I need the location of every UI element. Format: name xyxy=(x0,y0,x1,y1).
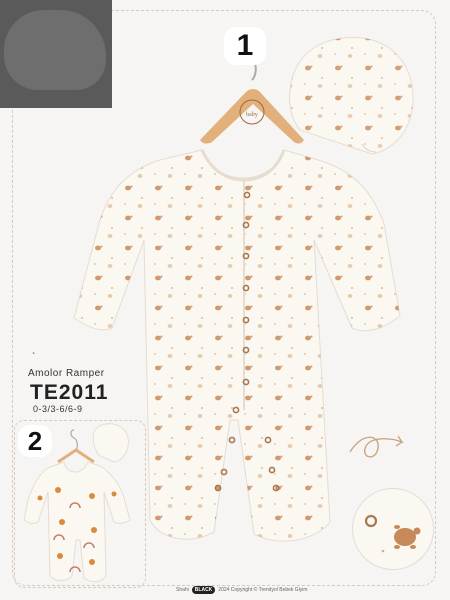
product-code: TE2011 xyxy=(30,381,109,404)
product-sizes: 0-3/3-6/6-9 xyxy=(33,404,83,414)
product-card: baby 1 ` Amolor Ramper TE2011 0-3/3-6/6-… xyxy=(0,0,450,600)
thumbnail-number-badge: 2 xyxy=(18,425,52,457)
footer-badge: BLACK xyxy=(191,586,216,594)
arrow-icon xyxy=(349,435,404,458)
footer: Shahi BLACK 2024 Copyright © Trendyol Be… xyxy=(176,586,308,594)
image-number-badge: 1 xyxy=(224,27,266,65)
tick-mark: ` xyxy=(32,352,36,363)
fabric-detail-zoom xyxy=(352,488,434,570)
product-name: Amolor Ramper xyxy=(28,368,105,379)
footer-copyright: 2024 Copyright © Trendyol Bebek Giyim xyxy=(218,587,308,593)
svg-text:baby: baby xyxy=(246,112,258,118)
fabric-detail-icon xyxy=(364,514,421,553)
footer-brand: Shahi xyxy=(176,587,189,593)
hat-icon xyxy=(289,36,414,155)
